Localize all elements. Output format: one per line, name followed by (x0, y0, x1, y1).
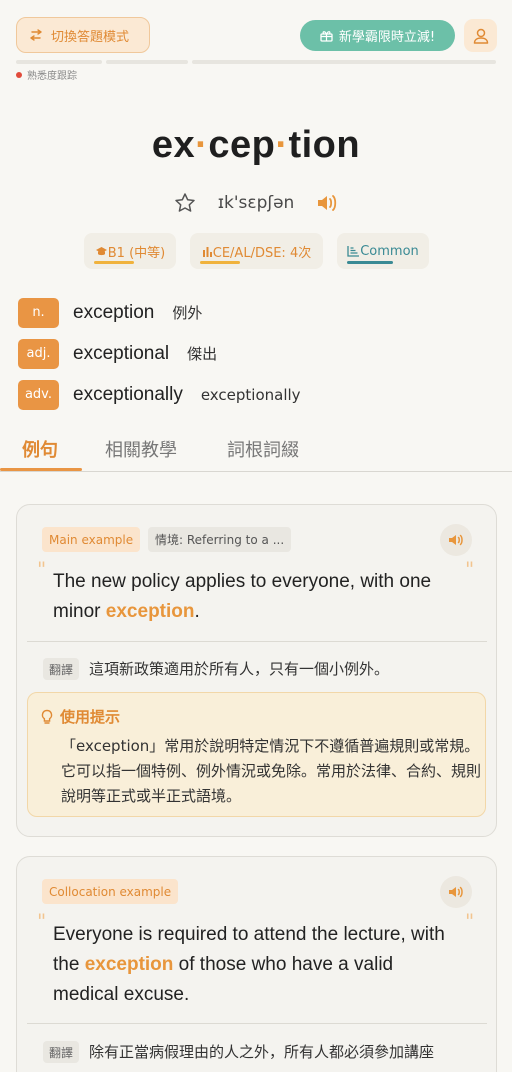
top-bar: 切換答題模式 新學霸限時立減! 熟悉度跟踪 (0, 0, 512, 90)
example-sentence: Everyone is required to attend the lectu… (53, 920, 463, 1010)
example-card: Collocation example " " Everyone is requ… (16, 856, 497, 1072)
swap-arrows-icon (30, 29, 42, 41)
frequency-underline (347, 261, 393, 264)
badge-row: B1 (中等) CE/AL/DSE: 4次 Common (0, 233, 512, 269)
open-quote-icon: " (37, 909, 47, 933)
progress-segment (16, 60, 102, 64)
frequency-text: Common (360, 243, 419, 259)
exam-badge: CE/AL/DSE: 4次 (190, 233, 323, 269)
translation-row: 翻譯 這項新政策適用於所有人，只有一個小例外。 (43, 656, 473, 682)
word-form-row: n. exception 例外 (18, 292, 494, 333)
familiarity-label-row: 熟悉度跟踪 (16, 67, 77, 82)
bars-icon (347, 246, 360, 257)
tab-roots-affixes[interactable]: 詞根詞綴 (227, 436, 299, 462)
sentence-text: . (194, 601, 200, 622)
speaker-icon (449, 534, 463, 546)
star-icon[interactable] (174, 192, 196, 214)
play-sentence-button[interactable] (440, 876, 472, 908)
open-quote-icon: " (37, 557, 47, 581)
exam-text: CE/AL/DSE: 4次 (212, 245, 312, 261)
ipa-text: ɪk'sɛpʃən (217, 193, 295, 213)
translation-tag: 翻譯 (43, 1041, 80, 1063)
close-quote-icon: " (465, 909, 475, 933)
word-forms-list: n. exception 例外 adj. exceptional 傑出 adv.… (18, 292, 494, 415)
form-word: exceptionally (73, 383, 183, 405)
graduation-cap-icon (95, 246, 107, 255)
gift-icon (320, 30, 333, 42)
highlighted-word: exception (105, 601, 195, 622)
form-translation: exceptionally (200, 385, 301, 404)
level-badge: B1 (中等) (84, 233, 176, 269)
close-quote-icon: " (465, 557, 475, 581)
lightbulb-icon (41, 709, 53, 724)
headword: ex·cep·tion (0, 124, 512, 167)
usage-tip-body: 「exception」常用於說明特定情況下不遵循普遍規則或常規。它可以指一個特例… (61, 737, 482, 805)
user-button[interactable] (464, 19, 497, 52)
level-underline (94, 261, 134, 264)
form-translation: 傑出 (187, 345, 218, 363)
word-form-row: adj. exceptional 傑出 (18, 333, 494, 374)
promo-button[interactable]: 新學霸限時立減! (300, 20, 455, 51)
form-word: exceptional (73, 342, 170, 364)
tab-bar: 例句 相關教學 詞根詞綴 (0, 428, 512, 472)
example-type-chip: Collocation example (42, 879, 179, 904)
usage-tip-title: 使用提示 (60, 708, 121, 726)
progress-segment (106, 60, 188, 64)
promo-label: 新學霸限時立減! (338, 30, 436, 45)
translation-row: 翻譯 除有正當病假理由的人之外，所有人都必須參加講座 (43, 1039, 473, 1065)
divider (27, 641, 487, 642)
usage-tip-title-row: 使用提示 (40, 706, 120, 727)
user-icon (473, 28, 488, 44)
usage-tip-box: 使用提示 「exception」常用於說明特定情況下不遵循普遍規則或常規。它可以… (27, 692, 486, 817)
syllable-separator: · (275, 124, 289, 166)
level-text: B1 (中等) (107, 245, 166, 261)
switch-mode-button[interactable]: 切換答題模式 (16, 17, 150, 53)
pos-tag: adj. (18, 338, 59, 369)
exam-underline (200, 261, 240, 264)
tab-examples[interactable]: 例句 (22, 436, 58, 462)
speaker-icon (449, 886, 463, 898)
pronunciation-row: ɪk'sɛpʃən (0, 188, 512, 218)
example-card: Main example 情境: Referring to a ... " " … (16, 504, 497, 837)
highlighted-word: exception (84, 954, 174, 975)
context-chip[interactable]: 情境: Referring to a ... (148, 527, 292, 552)
example-type-chip: Main example (42, 527, 141, 552)
translation-text: 除有正當病假理由的人之外，所有人都必須參加講座 (89, 1043, 435, 1061)
bar-chart-icon (202, 246, 212, 257)
status-dot (16, 71, 22, 78)
form-translation: 例外 (172, 304, 203, 322)
translation-tag: 翻譯 (43, 658, 80, 680)
active-tab-indicator (0, 468, 82, 471)
syllable-separator: · (195, 124, 209, 166)
word-form-row: adv. exceptionally exceptionally (18, 374, 494, 415)
play-sentence-button[interactable] (440, 524, 472, 556)
syllable: tion (288, 124, 361, 166)
syllable: cep (208, 124, 276, 166)
divider (27, 1023, 487, 1024)
syllable: ex (151, 124, 196, 166)
frequency-badge: Common (337, 233, 429, 269)
example-sentence: The new policy applies to everyone, with… (53, 567, 463, 627)
form-word: exception (73, 301, 155, 323)
progress-segment (192, 60, 496, 64)
switch-mode-label: 切換答題模式 (51, 29, 130, 45)
familiarity-progress (16, 60, 496, 64)
tab-related-teaching[interactable]: 相關教學 (105, 436, 177, 462)
translation-text: 這項新政策適用於所有人，只有一個小例外。 (89, 660, 390, 678)
pos-tag: adv. (18, 379, 59, 410)
familiarity-label: 熟悉度跟踪 (27, 71, 77, 82)
pos-tag: n. (18, 297, 59, 328)
speaker-icon[interactable] (316, 193, 338, 213)
